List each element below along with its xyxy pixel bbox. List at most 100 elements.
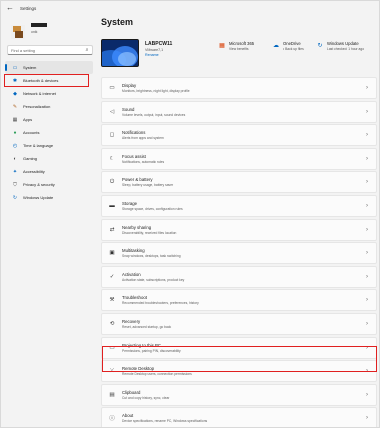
setting-text: Activation Activation state, subscription… [122,272,362,282]
quick-link-microsoft-365[interactable]: ▦ Microsoft 365 View benefits [217,41,254,51]
sidebar-item-gaming[interactable]: ◐ Gaming [5,152,93,165]
page-title: System [101,17,134,27]
setting-text: Notifications Alerts from apps and system [122,130,362,140]
sidebar: onik Find a setting ⌕ ▭ System ✱ Bluetooth … [1,15,97,427]
setting-troubleshoot[interactable]: ⚒ Troubleshoot Recommended troubleshooters… [101,289,377,312]
setting-description: Monitors, brightness, night light, displ… [122,89,190,93]
recovery-icon: ⟲ [109,320,115,327]
microsoft-logo-icon: ▦ [219,43,225,49]
setting-clipboard[interactable]: ▤ Clipboard Cut and copy history, sync, cl… [101,383,377,406]
setting-title: Nearby sharing [122,224,152,230]
quick-title: Windows Update [327,41,359,46]
device-model: VMware7,1 [145,48,164,52]
clock-icon: ◴ [12,142,18,149]
setting-title: About [122,413,134,419]
setting-title: Storage [122,200,138,206]
setting-title: Activation [122,271,141,277]
device-wallpaper-thumbnail [101,39,139,67]
chevron-right-icon: › [366,297,368,304]
display-icon: ▭ [109,85,115,91]
clipboard-icon: ▤ [109,391,115,398]
multitask-icon: ▣ [109,250,115,257]
setting-multitasking[interactable]: ▣ Multitasking Snap windows, desktops, tas… [101,242,377,265]
sidebar-item-personalization[interactable]: ✎ Personalization [5,100,93,113]
chevron-right-icon: › [366,155,368,162]
setting-title: Power & battery [122,177,153,183]
avatar [11,25,25,39]
setting-storage[interactable]: ▬ Storage Storage space, drives, configura… [101,194,377,217]
setting-sound[interactable]: ◁ Sound Volume levels, output, input, soun… [101,100,377,123]
sidebar-item-accessibility[interactable]: ✦ Accessibility [5,165,93,178]
user-profile[interactable]: onik [7,21,93,45]
quick-link-windows-update[interactable]: ↻ Windows Update Last checked: 1 hour ag… [315,41,364,51]
chevron-right-icon: › [366,85,368,91]
setting-title: Clipboard [122,389,141,395]
sidebar-item-network-internet[interactable]: ◆ Network & internet [5,87,93,100]
setting-text: Display Monitors, brightness, night light… [122,83,362,93]
chevron-right-icon: › [366,202,368,209]
setting-description: Recommended troubleshooters, preferences… [122,301,199,306]
setting-description: Sleep, battery usage, battery saver [122,183,174,188]
bell-icon: ◻ [109,132,115,139]
setting-focus-assist[interactable]: ☾ Focus assist Notifications, automatic ru… [101,147,377,170]
quick-subtitle: View benefits [229,47,249,51]
setting-title: Recovery [122,318,141,324]
settings-list: ▭ Display Monitors, brightness, night ligh… [101,77,377,427]
setting-text: Clipboard Cut and copy history, sync, cle… [122,390,362,400]
cloud-icon: ☁ [273,43,279,49]
setting-text: Multitasking Snap windows, desktops, task… [122,248,362,258]
setting-activation[interactable]: ✓ Activation Activation state, subscriptio… [101,265,377,288]
sidebar-item-accounts[interactable]: ● Accounts [5,126,93,139]
chevron-right-icon: › [366,250,368,257]
quick-title: Microsoft 365 [229,41,255,46]
speaker-icon: ◁ [109,108,115,115]
search-placeholder: Find a setting [11,47,36,53]
quick-link-onedrive[interactable]: ☁ OneDrive • Back up files [271,41,304,51]
setting-display[interactable]: ▭ Display Monitors, brightness, night ligh… [101,77,377,99]
sidebar-item-system[interactable]: ▭ System [5,61,93,74]
setting-description: Discoverability, received files location [122,230,177,235]
activation-icon: ✓ [109,273,115,280]
chevron-right-icon: › [366,415,368,422]
setting-text: Nearby sharing Discoverability, received … [122,225,362,235]
setting-recovery[interactable]: ⟲ Recovery Reset, advanced startup, go bac… [101,312,377,335]
sidebar-item-label: Accounts [23,130,40,135]
setting-notifications[interactable]: ◻ Notifications Alerts from apps and syste… [101,124,377,147]
gamepad-icon: ◐ [13,155,17,162]
setting-title: Notifications [122,130,146,136]
setting-nearby-sharing[interactable]: ⇄ Nearby sharing Discoverability, received… [101,218,377,241]
sidebar-item-label: Network & internet [23,91,56,96]
setting-text: About Device specifications, rename PC, W… [122,413,362,423]
device-card: LABPCW11 VMware7,1 Rename ▦ Microsoft 36… [101,37,377,71]
chevron-right-icon: › [366,391,368,398]
setting-description: Snap windows, desktops, task switching [122,254,181,259]
setting-about[interactable]: ⓘ About Device specifications, rename PC, … [101,407,377,427]
brush-icon: ✎ [12,103,18,110]
device-name: LABPCW11 [145,41,173,47]
search-input[interactable]: Find a setting ⌕ [7,45,93,55]
setting-power-battery[interactable]: ⏻ Power & battery Sleep, battery usage, ba… [101,171,377,194]
setting-description: Storage space, drives, configuration rul… [122,206,183,211]
chevron-right-icon: › [366,226,368,233]
monitor-icon: ▭ [12,64,18,71]
sidebar-item-privacy-security[interactable]: ⛉ Privacy & security [5,178,93,191]
sidebar-item-windows-update[interactable]: ↻ Windows Update [5,191,93,204]
accessibility-icon: ✦ [12,168,18,175]
quick-title: OneDrive [283,41,301,46]
setting-title: Focus assist [122,153,146,159]
power-icon: ⏻ [109,178,115,185]
rename-link[interactable]: Rename [145,53,159,57]
chevron-right-icon: › [366,179,368,186]
setting-text: Storage Storage space, drives, configurat… [122,201,362,211]
wrench-icon: ⚒ [109,297,115,304]
chevron-right-icon: › [366,132,368,139]
setting-text: Troubleshoot Recommended troubleshooters,… [122,295,362,305]
sidebar-item-label: Time & language [23,143,54,148]
setting-text: Power & battery Sleep, battery usage, bat… [122,177,362,187]
sidebar-item-time-language[interactable]: ◴ Time & language [5,139,93,152]
quick-subtitle: Last checked: 1 hour ago [327,47,365,51]
apps-icon: ▦ [12,116,18,123]
setting-title: Troubleshoot [122,295,147,301]
sidebar-item-apps[interactable]: ▦ Apps [5,113,93,126]
back-arrow-icon[interactable]: ← [4,2,16,14]
